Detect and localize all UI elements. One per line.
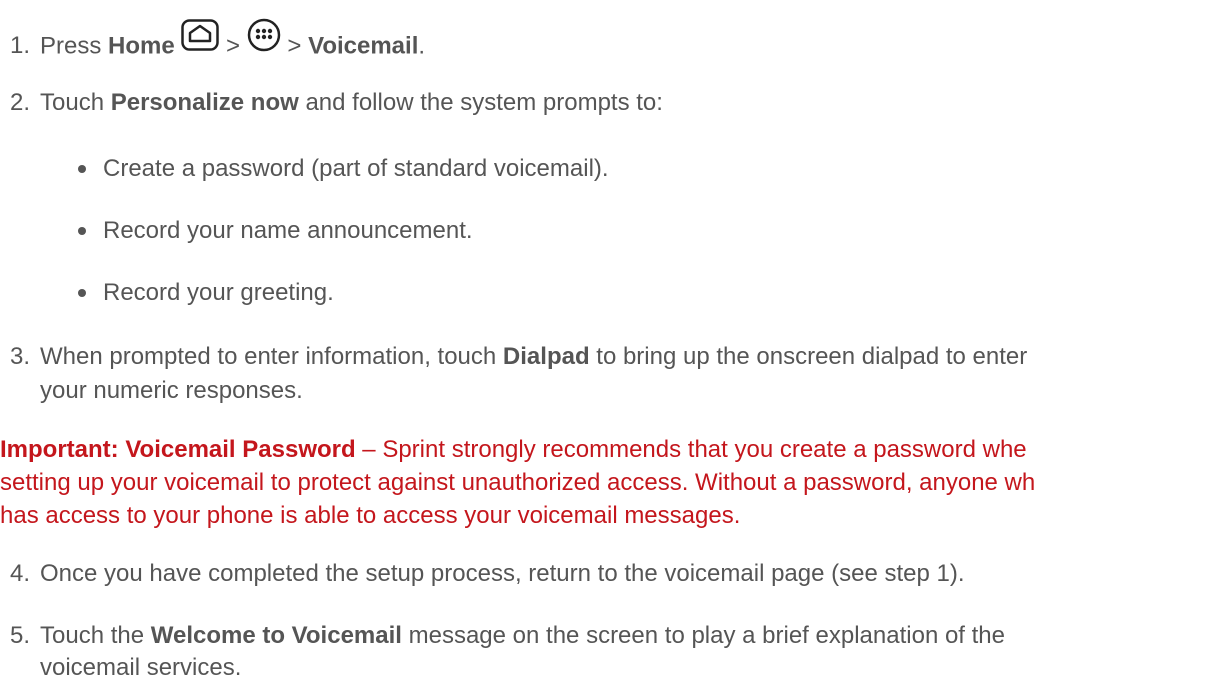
step-text: Press xyxy=(40,32,109,60)
welcome-to-voicemail-label: Welcome to Voicemail xyxy=(150,622,402,649)
bullet-item: Record your greeting. xyxy=(103,279,334,306)
important-label: Important: Voicemail Password xyxy=(0,436,356,463)
important-note: Important: Voicemail Password – Sprint s… xyxy=(0,436,1027,463)
step-1: 1. Press Home > > Voicemail. xyxy=(10,18,425,68)
bullet-dot xyxy=(78,227,86,235)
voicemail-label: Voicemail xyxy=(308,32,419,60)
important-note-line-2: setting up your voicemail to protect aga… xyxy=(0,469,1036,496)
separator: > xyxy=(219,32,247,60)
step-3: 3. When prompted to enter information, to… xyxy=(10,343,1028,370)
step-5: 5. Touch the Welcome to Voicemail message… xyxy=(10,622,1005,649)
step-number: 1. xyxy=(10,32,31,60)
bullet-item: Record your name announcement. xyxy=(103,217,473,244)
step-number: 3. xyxy=(10,343,31,370)
step-number: 4. xyxy=(10,560,31,587)
step-4: 4. Once you have completed the setup proc… xyxy=(10,560,965,587)
important-note-line-3: has access to your phone is able to acce… xyxy=(0,502,741,529)
bullet-dot xyxy=(78,289,86,297)
personalize-now-label: Personalize now xyxy=(110,89,299,116)
bullet-item: Create a password (part of standard voic… xyxy=(103,155,609,182)
step-2: 2. Touch Personalize now and follow the s… xyxy=(10,89,663,116)
step-number: 2. xyxy=(10,89,31,116)
home-icon xyxy=(181,19,220,59)
step-number: 5. xyxy=(10,622,31,649)
separator: > xyxy=(280,32,309,60)
home-label: Home xyxy=(108,32,175,60)
bullet-dot xyxy=(78,165,86,173)
all-apps-icon xyxy=(247,18,281,60)
dialpad-label: Dialpad xyxy=(502,343,590,370)
step-3-continued: your numeric responses. xyxy=(40,377,303,404)
